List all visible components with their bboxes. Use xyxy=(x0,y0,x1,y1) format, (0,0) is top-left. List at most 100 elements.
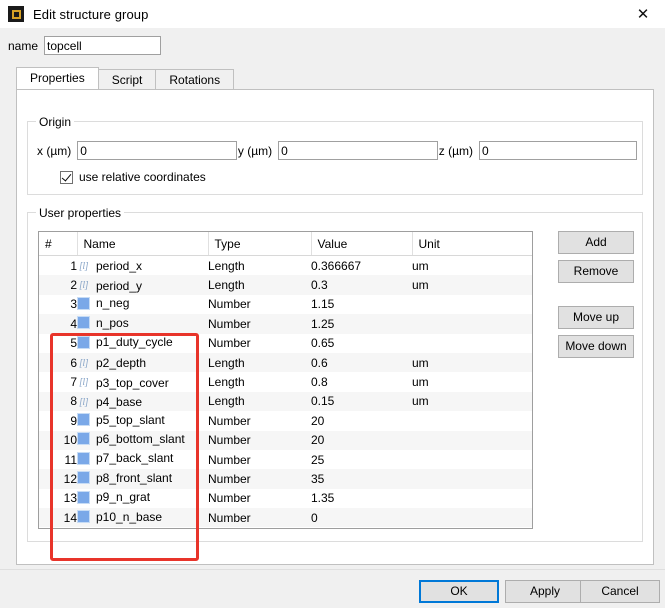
row-name-cell[interactable]: [l]period_y xyxy=(77,275,208,294)
property-unit[interactable] xyxy=(412,489,532,508)
property-value[interactable]: 0.8 xyxy=(311,372,412,391)
property-value[interactable]: 1.25 xyxy=(311,314,412,333)
column-header-name[interactable]: Name xyxy=(77,232,208,256)
property-unit[interactable]: um xyxy=(412,372,532,391)
row-name-cell[interactable]: p1_duty_cycle xyxy=(77,334,208,353)
property-value[interactable]: 0 xyxy=(311,527,412,529)
property-unit[interactable]: um xyxy=(412,353,532,372)
column-header-index[interactable]: # xyxy=(39,232,77,256)
row-name-cell[interactable]: p7_back_slant xyxy=(77,450,208,469)
table-row[interactable]: 1[l]period_xLength0.366667um xyxy=(39,256,532,276)
table-row[interactable]: 3n_negNumber1.15 xyxy=(39,295,532,314)
property-value[interactable]: 1.15 xyxy=(311,295,412,314)
row-name-cell[interactable]: n_pos xyxy=(77,314,208,333)
origin-z-input[interactable] xyxy=(479,141,637,160)
table-row[interactable]: 10p6_bottom_slantNumber20 xyxy=(39,431,532,450)
property-type[interactable]: Length xyxy=(208,275,311,294)
origin-y-input[interactable] xyxy=(278,141,438,160)
property-unit[interactable] xyxy=(412,334,532,353)
table-row[interactable]: 7[l]p3_top_coverLength0.8um xyxy=(39,372,532,391)
add-button[interactable]: Add xyxy=(558,231,634,254)
property-unit[interactable]: um xyxy=(412,256,532,276)
property-type[interactable]: Number xyxy=(208,527,311,529)
property-value[interactable]: 0 xyxy=(311,508,412,527)
property-type[interactable]: Number xyxy=(208,314,311,333)
property-value[interactable]: 0.15 xyxy=(311,392,412,411)
property-value[interactable]: 0.6 xyxy=(311,353,412,372)
tab-script[interactable]: Script xyxy=(98,69,157,89)
property-value[interactable]: 1.35 xyxy=(311,489,412,508)
property-value[interactable]: 0.65 xyxy=(311,334,412,353)
property-type[interactable]: Length xyxy=(208,353,311,372)
property-type[interactable]: Length xyxy=(208,392,311,411)
property-unit[interactable]: um xyxy=(412,392,532,411)
property-value[interactable]: 35 xyxy=(311,469,412,488)
name-input[interactable] xyxy=(44,36,161,55)
column-header-type[interactable]: Type xyxy=(208,232,311,256)
row-name-cell[interactable]: [l]period_x xyxy=(77,256,208,276)
property-unit[interactable] xyxy=(412,527,532,529)
table-row[interactable]: 14p10_n_baseNumber0 xyxy=(39,508,532,527)
row-name-cell[interactable]: p9_n_grat xyxy=(77,489,208,508)
property-unit[interactable] xyxy=(412,431,532,450)
property-value[interactable]: 0.366667 xyxy=(311,256,412,276)
property-value[interactable]: 20 xyxy=(311,431,412,450)
property-unit[interactable] xyxy=(412,314,532,333)
move-up-button[interactable]: Move up xyxy=(558,306,634,329)
property-value[interactable]: 20 xyxy=(311,411,412,430)
table-row[interactable]: 6[l]p2_depthLength0.6um xyxy=(39,353,532,372)
use-relative-coordinates-row[interactable]: use relative coordinates xyxy=(60,170,206,184)
column-header-unit[interactable]: Unit xyxy=(412,232,532,256)
close-icon[interactable]: ✕ xyxy=(621,0,665,28)
remove-button[interactable]: Remove xyxy=(558,260,634,283)
row-name-cell[interactable]: p6_bottom_slant xyxy=(77,431,208,450)
table-row[interactable]: 9p5_top_slantNumber20 xyxy=(39,411,532,430)
table-row[interactable]: 12p8_front_slantNumber35 xyxy=(39,469,532,488)
tab-properties[interactable]: Properties xyxy=(16,67,99,89)
tab-rotations[interactable]: Rotations xyxy=(155,69,234,89)
apply-button[interactable]: Apply xyxy=(505,580,585,603)
property-type[interactable]: Number xyxy=(208,450,311,469)
property-type[interactable]: Number xyxy=(208,489,311,508)
property-type[interactable]: Number xyxy=(208,411,311,430)
row-name-cell[interactable]: p5_top_slant xyxy=(77,411,208,430)
column-header-value[interactable]: Value xyxy=(311,232,412,256)
property-type[interactable]: Number xyxy=(208,431,311,450)
table-row[interactable]: 13p9_n_gratNumber1.35 xyxy=(39,489,532,508)
ok-button[interactable]: OK xyxy=(419,580,499,603)
table-row[interactable]: 15p11_n_top_coverNumber0 xyxy=(39,527,532,529)
row-index: 9 xyxy=(39,411,77,430)
cancel-button[interactable]: Cancel xyxy=(580,580,660,603)
origin-x-input[interactable] xyxy=(77,141,237,160)
table-row[interactable]: 8[l]p4_baseLength0.15um xyxy=(39,392,532,411)
row-name-cell[interactable]: [l]p2_depth xyxy=(77,353,208,372)
property-type[interactable]: Number xyxy=(208,334,311,353)
row-name-cell[interactable]: [l]p3_top_cover xyxy=(77,372,208,391)
table-row[interactable]: 5p1_duty_cycleNumber0.65 xyxy=(39,334,532,353)
table-row[interactable]: 2[l]period_yLength0.3um xyxy=(39,275,532,294)
property-type[interactable]: Number xyxy=(208,508,311,527)
property-type[interactable]: Length xyxy=(208,256,311,276)
row-name-cell[interactable]: p10_n_base xyxy=(77,508,208,527)
user-properties-table-container[interactable]: # Name Type Value Unit 1[l]period_xLengt… xyxy=(38,231,533,529)
row-name-cell[interactable]: [l]p4_base xyxy=(77,392,208,411)
property-type[interactable]: Length xyxy=(208,372,311,391)
row-name-cell[interactable]: p11_n_top_cover xyxy=(77,527,208,529)
use-relative-coordinates-checkbox[interactable] xyxy=(60,171,73,184)
property-unit[interactable] xyxy=(412,508,532,527)
property-value[interactable]: 0.3 xyxy=(311,275,412,294)
row-name-cell[interactable]: n_neg xyxy=(77,295,208,314)
property-type[interactable]: Number xyxy=(208,469,311,488)
property-unit[interactable] xyxy=(412,469,532,488)
table-row[interactable]: 4n_posNumber1.25 xyxy=(39,314,532,333)
property-unit[interactable] xyxy=(412,295,532,314)
move-down-button[interactable]: Move down xyxy=(558,335,634,358)
property-value[interactable]: 25 xyxy=(311,450,412,469)
row-name-cell[interactable]: p8_front_slant xyxy=(77,469,208,488)
property-unit[interactable] xyxy=(412,411,532,430)
table-row[interactable]: 11p7_back_slantNumber25 xyxy=(39,450,532,469)
property-unit[interactable] xyxy=(412,450,532,469)
property-type[interactable]: Number xyxy=(208,295,311,314)
property-unit[interactable]: um xyxy=(412,275,532,294)
number-icon xyxy=(77,316,90,329)
